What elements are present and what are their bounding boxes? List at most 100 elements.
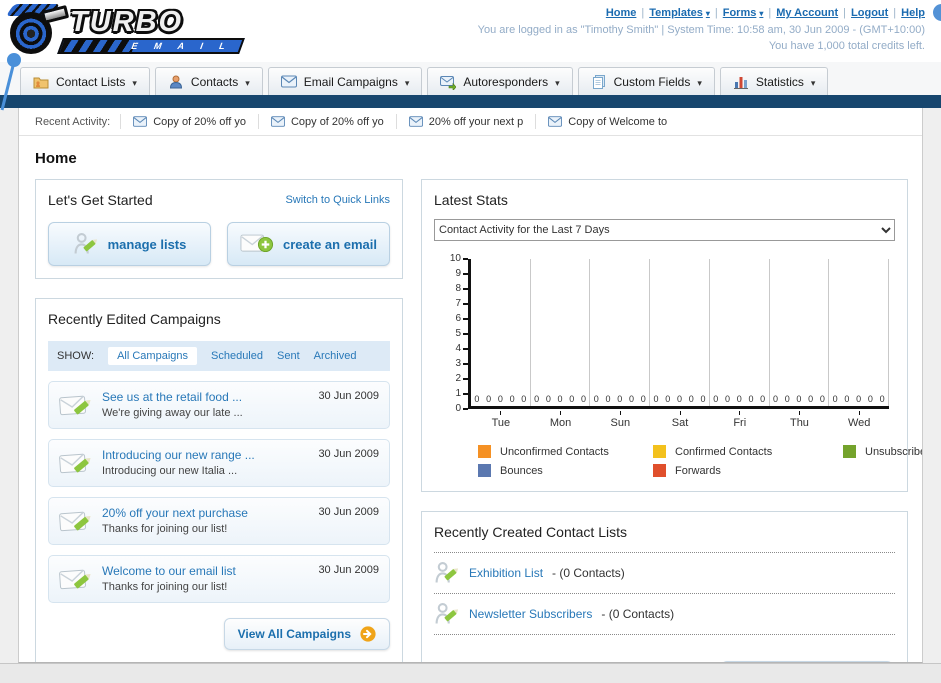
campaign-row[interactable]: Introducing our new range ... Introducin… xyxy=(48,439,390,487)
manage-lists-button[interactable]: manage lists xyxy=(48,222,211,266)
brand-name: TURBO xyxy=(70,6,184,38)
contact-list-item[interactable]: Newsletter Subscribers - (0 Contacts) xyxy=(434,594,895,635)
tab-custom-fields[interactable]: Custom Fields xyxy=(577,67,715,95)
filter-scheduled[interactable]: Scheduled xyxy=(211,350,263,362)
nav-link-logout[interactable]: Logout xyxy=(851,7,888,19)
campaign-title-link[interactable]: Introducing our new range ... xyxy=(102,448,309,462)
nav-link-help[interactable]: Help xyxy=(901,7,925,19)
nav-separator: | xyxy=(768,7,772,19)
x-tick-label: Tue xyxy=(471,411,531,429)
nav-link-home[interactable]: Home xyxy=(606,7,637,19)
latest-stats-panel: Latest Stats Contact Activity for the La… xyxy=(421,179,922,492)
envelope-icon xyxy=(271,116,285,127)
filter-all-campaigns[interactable]: All Campaigns xyxy=(108,347,197,365)
campaign-filter-bar: SHOW: All Campaigns Scheduled Sent Archi… xyxy=(48,341,390,371)
header-right: Home | Templates | Forms | My Account | Logout | H… xyxy=(478,0,941,62)
tab-contact-lists[interactable]: Contact Lists xyxy=(20,67,150,95)
nav-link-templates[interactable]: Templates xyxy=(649,7,710,19)
turbo-email-logo[interactable]: TURBO E M A I L xyxy=(5,4,258,58)
nav-separator: | xyxy=(843,7,847,19)
latest-stats-title: Latest Stats xyxy=(434,192,508,208)
campaign-row[interactable]: Welcome to our email list Thanks for joi… xyxy=(48,555,390,603)
filter-sent[interactable]: Sent xyxy=(277,350,300,362)
tab-label: Custom Fields xyxy=(613,74,691,89)
chart-day-column: 00000 xyxy=(770,259,830,406)
create-email-button[interactable]: create an email xyxy=(227,222,390,266)
show-label: SHOW: xyxy=(57,350,95,362)
y-tick-label: 5 xyxy=(455,329,468,339)
chart-y-axis: 10 9 8 7 6 5 4 3 2 1 0 xyxy=(438,254,468,414)
legend-item: Bounces xyxy=(478,464,653,477)
page-title: Home xyxy=(35,150,77,167)
footer-strip xyxy=(0,663,941,683)
view-all-campaigns-button[interactable]: View All Campaigns xyxy=(223,618,390,650)
legend-swatch xyxy=(843,445,856,458)
get-started-title: Let's Get Started xyxy=(48,192,153,208)
login-info: You are logged in as "Timothy Smith" | S… xyxy=(478,23,925,55)
recent-activity-item[interactable]: 20% off your next p xyxy=(395,114,536,129)
recent-contact-lists-title: Recently Created Contact Lists xyxy=(434,524,627,540)
filter-archived[interactable]: Archived xyxy=(314,350,357,362)
activity-item-label: 20% off your next p xyxy=(428,115,524,128)
chart-x-labels: Tue Mon Sun Sat Fri Thu Wed xyxy=(471,411,889,429)
app-window: TURBO E M A I L Home | Templates | Forms | My … xyxy=(0,0,941,683)
contact-list-link[interactable]: Exhibition List xyxy=(469,566,543,580)
content: Home Let's Get Started Switch to Quick L… xyxy=(19,136,922,662)
campaign-title-link[interactable]: Welcome to our email list xyxy=(102,564,309,578)
x-tick-label: Wed xyxy=(829,411,889,429)
chevron-down-icon xyxy=(245,75,250,89)
tab-autoresponders[interactable]: Autoresponders xyxy=(427,67,573,95)
view-all-campaigns-label: View All Campaigns xyxy=(237,627,351,641)
chart-day-column: 00000 xyxy=(650,259,710,406)
contact-list-count: - (0 Contacts) xyxy=(552,566,625,580)
envelope-pencil-icon xyxy=(59,450,93,478)
tab-email-campaigns[interactable]: Email Campaigns xyxy=(267,67,423,95)
campaign-date: 30 Jun 2009 xyxy=(318,448,379,460)
campaign-title-link[interactable]: 20% off your next purchase xyxy=(102,506,309,520)
contacts-icon xyxy=(168,74,184,90)
y-tick-label: 7 xyxy=(455,299,468,309)
x-tick-label: Fri xyxy=(710,411,770,429)
legend-item: Confirmed Contacts xyxy=(653,445,843,458)
person-pencil-icon xyxy=(73,231,99,257)
tab-label: Email Campaigns xyxy=(303,74,398,89)
tab-contacts[interactable]: Contacts xyxy=(154,67,263,95)
y-tick-label: 8 xyxy=(455,284,468,294)
nav-separator: | xyxy=(714,7,718,19)
chevron-down-icon xyxy=(555,75,560,89)
custom-fields-icon xyxy=(591,74,607,90)
x-tick-label: Sun xyxy=(590,411,650,429)
stats-report-select[interactable]: Contact Activity for the Last 7 Days xyxy=(434,219,895,241)
campaign-row[interactable]: See us at the retail food ... We're givi… xyxy=(48,381,390,429)
get-started-panel: Let's Get Started Switch to Quick Links … xyxy=(35,179,403,279)
contact-activity-chart: 10 9 8 7 6 5 4 3 2 1 0 000000000000000000000000000… xyxy=(438,254,922,477)
contact-list-item[interactable]: Exhibition List - (0 Contacts) xyxy=(434,553,895,594)
contact-list-link[interactable]: Newsletter Subscribers xyxy=(469,607,592,621)
nav-link-my-account[interactable]: My Account xyxy=(776,7,838,19)
recent-activity-item[interactable]: Copy of 20% off yo xyxy=(120,114,258,129)
chevron-down-icon xyxy=(132,75,137,89)
manage-lists-label: manage lists xyxy=(107,236,187,252)
top-header: TURBO E M A I L Home | Templates | Forms | My … xyxy=(0,0,941,111)
chart-legend: Unconfirmed Contacts Confirmed Contacts Un… xyxy=(478,445,922,477)
campaign-title-link[interactable]: See us at the retail food ... xyxy=(102,390,309,404)
credits-line: You have 1,000 total credits left. xyxy=(768,39,925,52)
nav-link-forms[interactable]: Forms xyxy=(723,7,764,19)
campaign-row[interactable]: 20% off your next purchase Thanks for jo… xyxy=(48,497,390,545)
switch-quick-links[interactable]: Switch to Quick Links xyxy=(285,194,390,206)
tab-statistics[interactable]: Statistics xyxy=(719,67,829,95)
arrow-circle-icon xyxy=(360,626,376,642)
tab-label: Autoresponders xyxy=(463,74,549,89)
campaign-date: 30 Jun 2009 xyxy=(318,564,379,576)
campaign-date: 30 Jun 2009 xyxy=(318,506,379,518)
legend-item: Unconfirmed Contacts xyxy=(478,445,653,458)
recent-activity-item[interactable]: Copy of 20% off yo xyxy=(257,114,396,129)
y-tick-label: 6 xyxy=(455,314,468,324)
top-nav: Home | Templates | Forms | My Account | Logout | H… xyxy=(478,7,925,19)
create-email-label: create an email xyxy=(283,236,377,252)
y-tick-label: 9 xyxy=(455,269,468,279)
legend-item: Unsubscribes xyxy=(843,445,922,458)
brand-stripes-decoration xyxy=(59,40,137,52)
main-outer: Recent Activity: Copy of 20% off yo Copy… xyxy=(0,108,941,663)
recent-activity-item[interactable]: Copy of Welcome to xyxy=(535,114,679,129)
